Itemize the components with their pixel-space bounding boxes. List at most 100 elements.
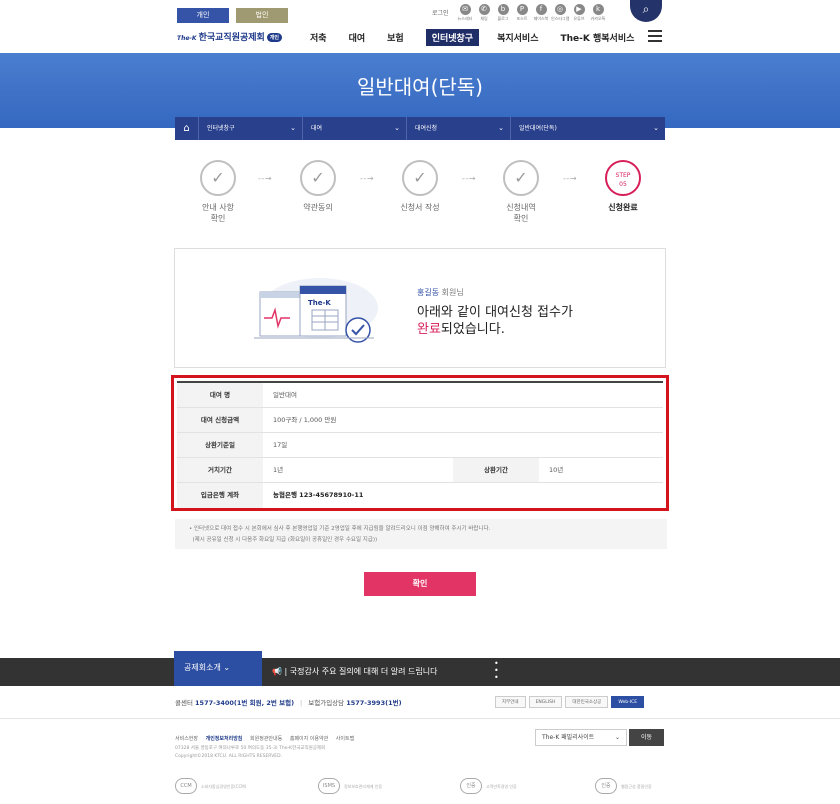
completion-message-line2: 완료되었습니다.	[417, 322, 505, 337]
footer-link[interactable]: 서비스헌장	[175, 736, 198, 742]
logo-badge: 개인	[266, 33, 283, 42]
check-icon: ✓	[200, 160, 236, 196]
table-row: 입금은행 계좌 농협은행 123-45678910-11	[177, 483, 663, 508]
step-4: ✓ 신청내역 확인	[481, 160, 561, 224]
chevron-down-icon: ⌄	[614, 734, 620, 741]
table-row: 상환기준일 17일	[177, 433, 663, 458]
check-icon: ✓	[402, 160, 438, 196]
cert-satisfaction: 인증 고객만족경영 인증	[460, 778, 556, 794]
family-site-select[interactable]: The-K 패밀리사이트 ⌄	[535, 729, 627, 746]
step-1: ✓ 안내 사항 확인	[178, 160, 258, 224]
util-icons: ✉ 뉴스레터 ✆ 채팅 b 블로그 P 포스트 f 페이스북 ◎ 인스타그램 ▶ 유튜브 k카…	[456, 4, 607, 22]
cert-isms: ISMS 정보보호관리체계 인증	[318, 778, 414, 794]
footer-address: 07328 서울 영등포구 여의나루로 50 여의도동 35-3) The-K한…	[175, 746, 326, 759]
table-row: 대여 명 일반대여	[177, 383, 663, 408]
loan-name-value: 일반대여	[273, 391, 297, 399]
web-ice-button[interactable]: Web-ICE	[611, 696, 645, 708]
blog-icon[interactable]: b 블로그	[494, 4, 512, 22]
header: 개인 법인 The-K 한국교직원공제회 개인 로그인 ✉ 뉴스레터 ✆ 채팅 b 블로그…	[0, 0, 840, 53]
post-icon[interactable]: P 포스트	[513, 4, 531, 22]
home-icon[interactable]: ⌂	[175, 117, 199, 140]
ticker-text[interactable]: 📢 | 국정감사 주요 질의에 대해 더 알려 드립니다	[272, 666, 438, 677]
chevron-down-icon: ⌄	[290, 124, 296, 132]
chevron-down-icon: ⌄	[653, 124, 659, 132]
step-progress: ✓ 안내 사항 확인 - - → ✓ 약관동의 - - → ✓ 신청서 작성 - …	[178, 160, 663, 230]
divider	[0, 718, 840, 719]
more-options-icon[interactable]: • • •	[494, 660, 499, 682]
notice-box: • 인터넷으로 대여 접수 시 본회에서 심사 후 본행영업일 기준 2영업일 …	[175, 519, 667, 549]
notice-line-1: • 인터넷으로 대여 접수 시 본회에서 심사 후 본행영업일 기준 2영업일 …	[189, 526, 491, 532]
go-button[interactable]: 이동	[629, 729, 664, 746]
nav-savings[interactable]: 저축	[310, 31, 327, 44]
main-nav: 저축 대여 보험 인터넷창구 복지서비스 The-K 행복서비스	[310, 29, 656, 46]
certification-icon: 인증	[460, 778, 482, 794]
step-2: ✓ 약관동의	[278, 160, 358, 213]
tab-personal[interactable]: 개인	[177, 8, 229, 23]
kakaotalk-icon[interactable]: k 카카오톡	[589, 4, 607, 22]
confirm-button[interactable]: 확인	[364, 572, 476, 596]
instagram-icon[interactable]: ◎ 인스타그램	[551, 4, 569, 22]
repay-day-value: 17일	[273, 441, 288, 449]
check-icon: ✓	[300, 160, 336, 196]
ccm-icon: CCM	[175, 778, 197, 794]
arrow-right-icon: - - →	[462, 174, 476, 183]
application-complete-illustration: The-K	[254, 278, 378, 343]
footer-links: 서비스헌장 개인정보처리방침 회원정관안내등 홈페이지 이용약관 사이트맵	[175, 735, 360, 742]
association-intro-tab[interactable]: 공제회소개 ⌄	[174, 651, 262, 686]
tab-corporate[interactable]: 법인	[236, 8, 288, 23]
footer-badges: 지부안내 ENGLISH 대한민국소상공 Web-ICE	[495, 696, 645, 708]
repay-period-value: 10년	[549, 466, 564, 474]
contact-info: 콜센터 1577-3400(1번 회원, 2번 보험) | 보험가입상담 1577-…	[175, 699, 402, 707]
cert-ccm: CCM 소비자중심경영인증(CCM)	[175, 778, 271, 794]
nav-insurance[interactable]: 보험	[387, 31, 404, 44]
nav-internet-counter[interactable]: 인터넷창구	[425, 29, 480, 46]
isms-icon: ISMS	[318, 778, 340, 794]
nav-loan[interactable]: 대여	[349, 31, 366, 44]
loan-details-table: 대여 명 일반대여 대여 신청금액 100구좌 / 1,000 만원 상환기준일…	[171, 375, 669, 511]
logo[interactable]: The-K 한국교직원공제회 개인	[177, 30, 283, 43]
chevron-down-icon: ⌄	[394, 124, 400, 132]
step-5: STEP 05 신청완료	[583, 160, 663, 213]
breadcrumb: ⌂ 인터넷창구 ⌄ 대여 ⌄ 대여신청 ⌄ 일반대여(단독) ⌄	[175, 117, 665, 140]
nav-welfare[interactable]: 복지서비스	[497, 31, 538, 44]
table-row: 대여 신청금액 100구좌 / 1,000 만원	[177, 408, 663, 433]
chevron-down-icon: ⌄	[223, 663, 231, 672]
nav-thek-happy[interactable]: The-K 행복서비스	[561, 31, 635, 44]
english-button[interactable]: ENGLISH	[528, 696, 563, 708]
logo-prefix: The-K	[177, 35, 197, 42]
loan-amount-value: 100구좌 / 1,000 만원	[273, 416, 337, 424]
megaphone-icon: 📢	[272, 667, 282, 676]
logo-text: 한국교직원공제회	[198, 33, 265, 43]
arrow-right-icon: - - →	[563, 174, 577, 183]
youtube-icon[interactable]: ▶ 유튜브	[570, 4, 588, 22]
page-title: 일반대여(단독)	[356, 75, 483, 99]
svg-text:The-K: The-K	[308, 299, 331, 307]
menu-icon[interactable]	[648, 30, 662, 45]
accessibility-icon: 인증	[595, 778, 617, 794]
breadcrumb-level-3[interactable]: 대여신청 ⌄	[407, 117, 511, 140]
facebook-icon[interactable]: f 페이스북	[532, 4, 550, 22]
bank-account-value: 농협은행 123-45678910-11	[273, 491, 364, 499]
newsletter-icon[interactable]: ✉ 뉴스레터	[456, 4, 474, 22]
table-row: 거치기간 1년 상환기간 10년	[177, 458, 663, 483]
branch-guide-button[interactable]: 지부안내	[495, 696, 526, 708]
breadcrumb-level-1[interactable]: 인터넷창구 ⌄	[199, 117, 303, 140]
chat-icon[interactable]: ✆ 채팅	[475, 4, 493, 22]
arrow-right-icon: - - →	[360, 174, 374, 183]
step-3: ✓ 신청서 작성	[380, 160, 460, 213]
footer-link-privacy[interactable]: 개인정보처리방침	[206, 736, 243, 742]
breadcrumb-level-4[interactable]: 일반대여(단독) ⌄	[511, 117, 665, 140]
step-5-badge: STEP 05	[605, 160, 641, 196]
cert-accessibility: 인증 웹접근성 품질인증	[595, 778, 691, 794]
footer-link[interactable]: 회원정관안내등	[250, 736, 282, 742]
login-link[interactable]: 로그인	[432, 8, 449, 17]
grace-period-value: 1년	[273, 466, 284, 474]
search-icon[interactable]: ⌕	[630, 0, 662, 22]
footer-link[interactable]: 홈페이지 이용약관	[290, 736, 328, 742]
small-business-button[interactable]: 대한민국소상공	[565, 696, 609, 708]
check-icon: ✓	[503, 160, 539, 196]
member-name: 홍길동 회원님	[417, 288, 464, 297]
footer-link[interactable]: 사이트맵	[336, 736, 354, 742]
breadcrumb-level-2[interactable]: 대여 ⌄	[303, 117, 407, 140]
arrow-right-icon: - - →	[258, 174, 272, 183]
